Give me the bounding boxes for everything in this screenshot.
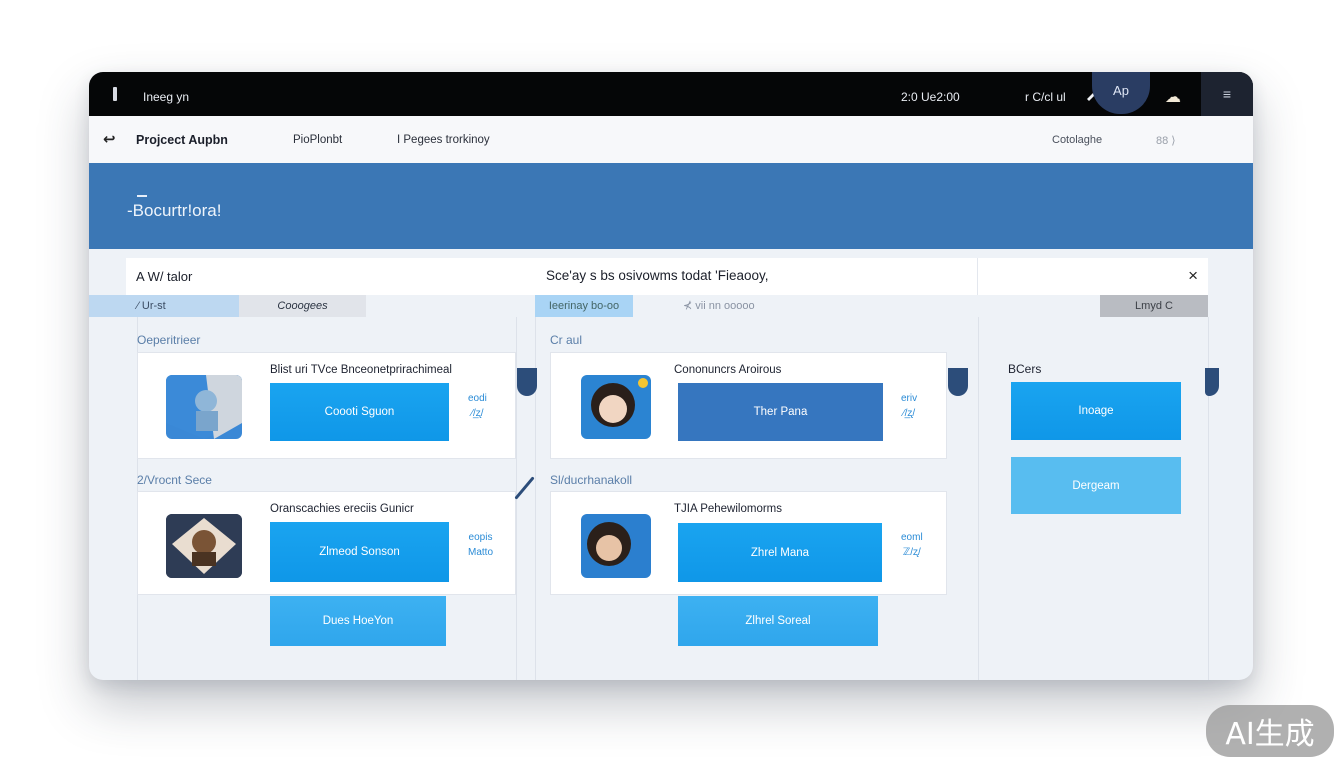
- col-divider-3: [978, 317, 979, 680]
- hamburger-menu-button[interactable]: ≡: [1201, 72, 1253, 116]
- nav-right-item-2[interactable]: 88 ⟩: [1156, 134, 1176, 147]
- scroll-handle[interactable]: [1205, 368, 1219, 396]
- scroll-handle[interactable]: [517, 368, 537, 396]
- filter-chip-1[interactable]: ⁄ Ur-st: [89, 295, 239, 317]
- filter-chip-3[interactable]: Ieerinay bo-oo: [535, 295, 633, 317]
- close-icon[interactable]: ×: [1188, 266, 1198, 286]
- arrow-left-icon[interactable]: ↩: [103, 130, 116, 148]
- app-name: Ineeg yn: [143, 90, 190, 104]
- member-card[interactable]: Oranscachies ereciis Gunicr Zlmeod Sonso…: [137, 491, 516, 595]
- header-banner: -Bocurtr!ora!: [89, 163, 1253, 249]
- banner-title: -Bocurtr!ora!: [127, 201, 222, 220]
- secondary-button[interactable]: Zlhrel Soreal: [678, 596, 878, 646]
- card-action-button[interactable]: Ther Pana: [678, 383, 883, 441]
- section-label: 2/Vrocnt Sece: [137, 473, 212, 487]
- section-label: Oeperitrieer: [137, 333, 201, 347]
- filter-chip-4[interactable]: ⊀ vii nn ooooo: [673, 295, 783, 317]
- app-window: Ineeg yn 2:0 Ue2:00 r C/cl ul Ap ☁ ≡ ↩ P…: [89, 72, 1253, 680]
- card-meta-line: ⁄/̲ʐ/: [471, 408, 484, 419]
- system-bar: Ineeg yn 2:0 Ue2:00 r C/cl ul Ap ☁ ≡: [89, 72, 1253, 116]
- nav-right-item-1[interactable]: Cotolaghe: [1052, 134, 1102, 146]
- scroll-handle[interactable]: [948, 368, 968, 396]
- card-meta: eodi ⁄/̲ʐ/: [468, 391, 487, 421]
- banner-dash: [137, 195, 147, 197]
- member-card[interactable]: Blist uri TVce Bnceonetprirachimeal Cooo…: [137, 352, 516, 459]
- filter-row: ⁄ Ur-st Cooogees Ieerinay bo-oo ⊀ vii nn…: [89, 295, 1253, 317]
- card-title: Oranscachies ereciis Gunicr: [270, 503, 414, 515]
- avatar-button[interactable]: Ap: [1092, 72, 1150, 114]
- card-title: Blist uri TVce Bnceonetprirachimeal: [270, 364, 452, 376]
- card-title: TJIA Pehewilomorms: [674, 503, 783, 515]
- menu-icon: ≡: [1222, 86, 1232, 102]
- card-meta-line: eodi: [468, 393, 487, 404]
- section-label: Sl/ducrhanakoll: [550, 473, 633, 487]
- card-meta-line: eoml: [901, 532, 923, 543]
- cloud-icon[interactable]: ☁: [1165, 87, 1181, 107]
- member-card[interactable]: Cononuncrs Aroirous Ther Pana eriv ⁄/̲ʐ/: [550, 352, 947, 459]
- panel-header-divider: [977, 258, 978, 295]
- avatar: [581, 514, 651, 578]
- member-card[interactable]: TJIA Pehewilomorms Zhrel Mana eoml ℤ/ʐ/: [550, 491, 947, 595]
- project-title[interactable]: Projcect Aupbn: [136, 133, 228, 147]
- filter-chip-2[interactable]: Cooogees: [239, 295, 366, 317]
- card-action-button[interactable]: Zhrel Mana: [678, 523, 882, 582]
- image-button[interactable]: Inoage: [1011, 382, 1181, 440]
- card-action-button[interactable]: Coooti Sguon: [270, 383, 449, 441]
- card-action-button[interactable]: Zlmeod Sonson: [270, 522, 449, 582]
- card-meta-line: ℤ/ʐ/: [902, 547, 921, 558]
- card-meta: eoml ℤ/ʐ/: [901, 530, 923, 560]
- nav-item-2[interactable]: I Pegees trorkinoy: [397, 134, 490, 146]
- secondary-button[interactable]: Dues HoeYon: [270, 596, 446, 646]
- panel-header: A W/ talor Sce'ay s bs osivowms todat 'F…: [126, 258, 1208, 295]
- avatar: [166, 375, 242, 439]
- section-label: BCers: [1008, 362, 1042, 376]
- filter-chip-5[interactable]: Lmyd C: [1100, 295, 1208, 317]
- diagram-button[interactable]: Dergeam: [1011, 457, 1181, 514]
- ai-generated-watermark: AI生成: [1206, 705, 1334, 757]
- menu-handle-icon[interactable]: [113, 87, 117, 101]
- avatar: [581, 375, 651, 439]
- card-title: Cononuncrs Aroirous: [674, 364, 782, 376]
- clock: 2:0 Ue2:00: [901, 90, 960, 104]
- divider-slash: [514, 476, 535, 500]
- card-meta: eriv ⁄/̲ʐ/: [901, 391, 917, 421]
- card-meta-line: Matto: [468, 547, 494, 558]
- section-label: Cr aul: [550, 333, 583, 347]
- avatar-label: Ap: [1113, 82, 1129, 98]
- card-meta-line: eopis: [468, 532, 493, 543]
- card-meta-line: eriv: [901, 393, 918, 404]
- avatar: [166, 514, 242, 578]
- status-text: r C/cl ul: [1025, 90, 1066, 104]
- card-meta: eopis Matto: [468, 530, 493, 560]
- panel-mid-label: Sce'ay s bs osivowms todat 'Fieaooy,: [546, 268, 769, 283]
- card-meta-line: ⁄/̲ʐ/: [902, 408, 916, 419]
- panel-left-label: A W/ talor: [136, 269, 193, 284]
- nav-item-1[interactable]: PioPlonbt: [293, 134, 342, 146]
- nav-bar: ↩ Projcect Aupbn PioPlonbt I Pegees tror…: [89, 116, 1253, 163]
